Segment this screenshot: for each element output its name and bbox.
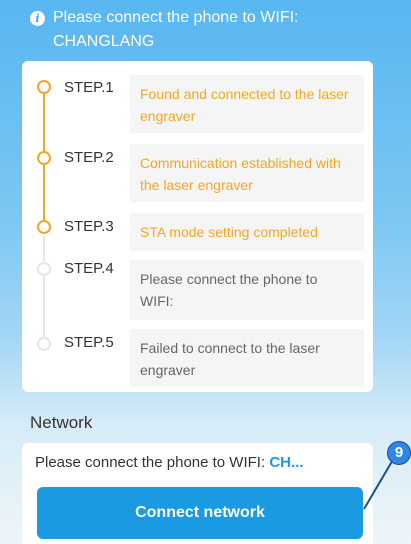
step-dot	[37, 337, 51, 351]
wifi-banner: i Please connect the phone to WIFI: CHAN…	[0, 0, 411, 60]
annotation-badge: 9	[387, 441, 411, 465]
step-status: Found and connected to the laser engrave…	[130, 75, 364, 133]
timeline-line-pending	[43, 236, 45, 338]
step-status: Failed to connect to the laser engraver	[130, 329, 364, 387]
step-dot	[37, 262, 51, 276]
connect-network-button[interactable]: Connect network	[37, 487, 363, 539]
step-label: STEP.4	[64, 260, 114, 277]
step-label: STEP.5	[64, 334, 114, 351]
step-status: Communication established with the laser…	[130, 144, 364, 202]
step-status: Please connect the phone to WIFI:	[130, 260, 364, 320]
network-card: Please connect the phone to WIFI: CH... …	[22, 443, 373, 544]
network-prompt-text: Please connect the phone to WIFI:	[35, 454, 266, 471]
step-label: STEP.1	[64, 79, 114, 96]
network-ssid: CH...	[269, 454, 304, 471]
steps-card: STEP.1 Found and connected to the laser …	[22, 61, 373, 392]
step-dot	[37, 220, 51, 234]
network-section-title: Network	[30, 413, 93, 432]
step-dot	[37, 80, 51, 94]
step-label: STEP.3	[64, 218, 114, 235]
step-dot	[37, 151, 51, 165]
network-prompt: Please connect the phone to WIFI: CH...	[35, 454, 303, 471]
info-icon: i	[30, 11, 45, 26]
step-label: STEP.2	[64, 149, 114, 166]
banner-message: Please connect the phone to WIFI: CHANGL…	[53, 9, 299, 50]
step-status: STA mode setting completed	[130, 213, 364, 251]
